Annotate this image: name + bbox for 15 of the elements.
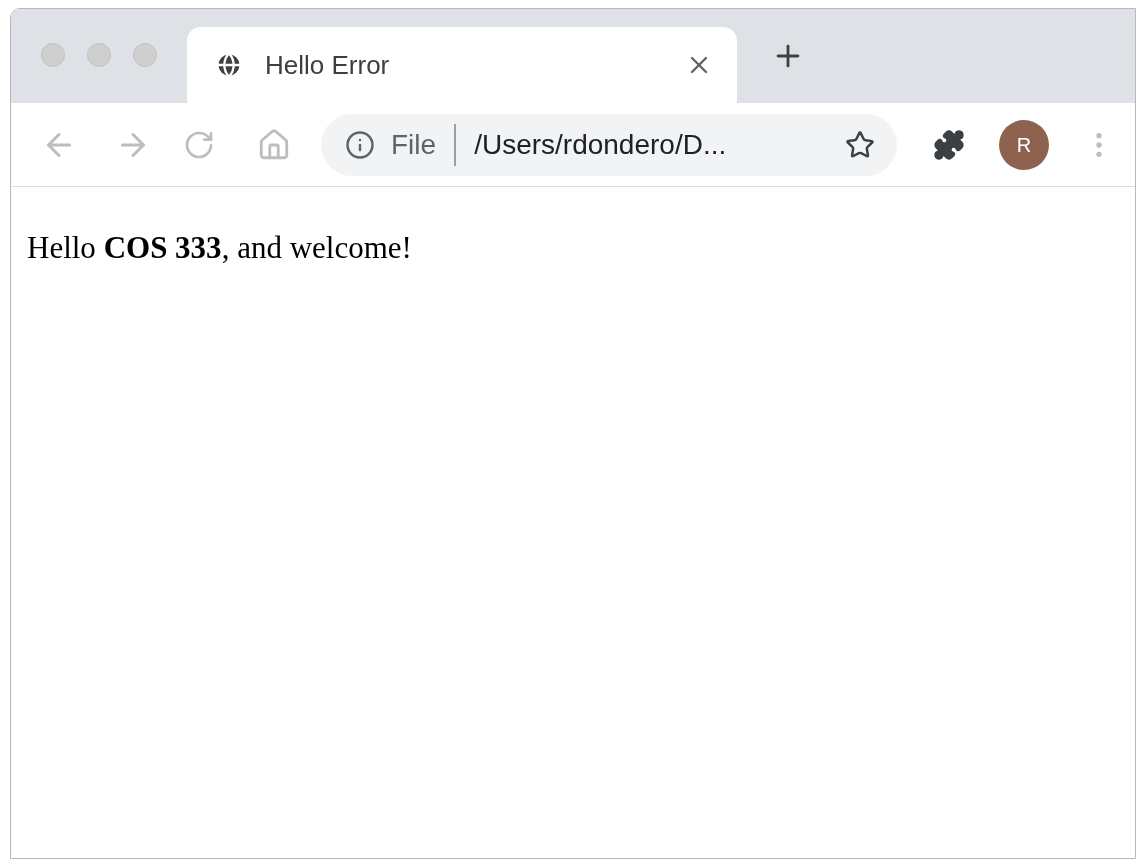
globe-icon [215, 51, 243, 79]
address-bar[interactable]: File /Users/rdondero/D... [321, 113, 897, 176]
tab-title: Hello Error [265, 48, 391, 82]
scheme-label: File [391, 123, 457, 166]
page-text: Hello COS 333, and welcome! [27, 229, 413, 267]
window-control[interactable] [87, 43, 111, 67]
profile-avatar[interactable]: R [999, 119, 1049, 170]
home-icon[interactable] [257, 127, 291, 162]
window-control[interactable] [133, 43, 157, 67]
star-icon[interactable] [845, 129, 875, 160]
window-control[interactable] [41, 43, 65, 67]
browser-tab[interactable]: Hello Error [187, 27, 737, 103]
puzzle-icon[interactable] [933, 128, 965, 161]
url-text: /Users/rdondero/D... [474, 127, 728, 162]
info-icon[interactable] [345, 129, 375, 160]
